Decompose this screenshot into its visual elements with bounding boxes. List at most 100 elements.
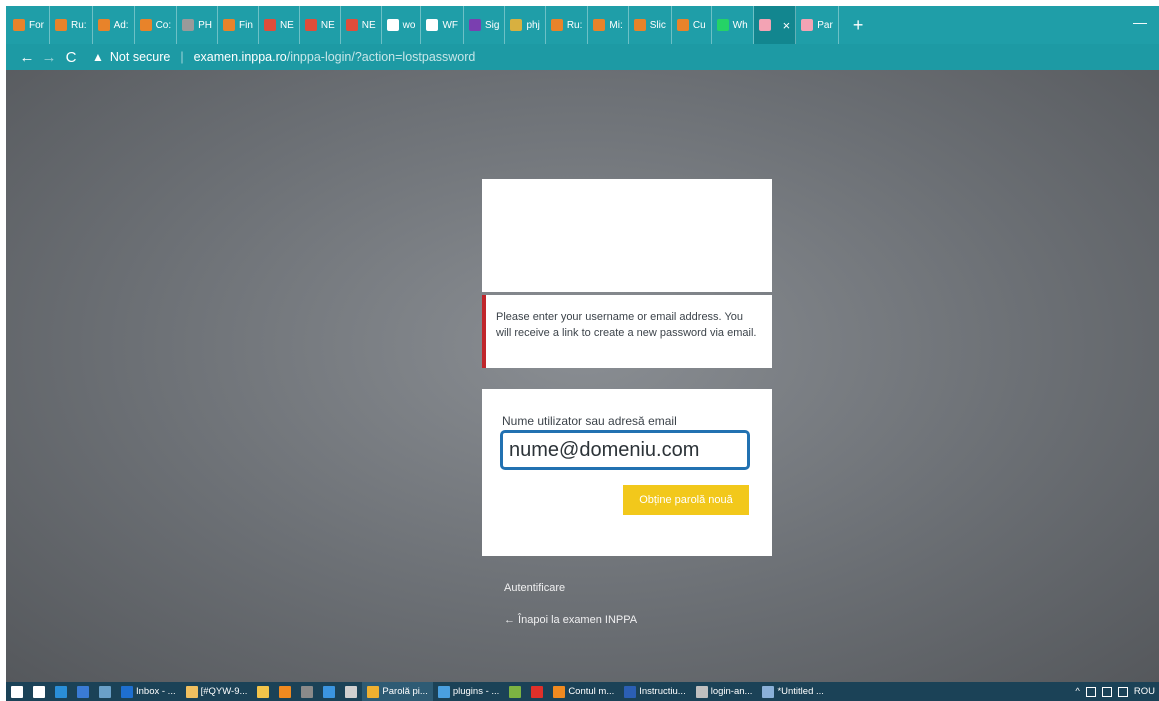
browser-tab[interactable]: Sig <box>464 6 506 44</box>
taskbar-item[interactable] <box>504 682 526 701</box>
browser-window: For Ru: Ad: Co: PH Fin NE NE NE wo WF Sig phj Ru: Mi: S… <box>6 6 1159 701</box>
app-icon <box>509 685 522 698</box>
volume-icon[interactable] <box>1117 686 1128 697</box>
taskbar-item[interactable]: [#QYW-9... <box>181 682 253 701</box>
site-icon <box>139 19 152 31</box>
tab-label: PH <box>198 19 213 31</box>
app-icon <box>345 685 358 698</box>
forward-button[interactable]: → <box>38 49 60 66</box>
windows-taskbar: Inbox - ... [#QYW-9... Parolă pi... plugins… <box>6 682 1159 701</box>
info-message: Please enter your username or email addr… <box>482 295 772 368</box>
browser-tab[interactable]: × <box>753 6 797 44</box>
k-icon <box>304 19 317 31</box>
taskbar-item[interactable] <box>274 682 296 701</box>
browser-tab[interactable]: NE <box>259 6 300 44</box>
url-field[interactable]: ▲ Not secure | examen.inppa.ro/inppa-log… <box>92 50 475 64</box>
site-icon <box>550 19 563 31</box>
close-tab-icon[interactable]: × <box>783 18 791 33</box>
tab-label: WF <box>442 19 459 31</box>
taskbar-item[interactable] <box>28 682 50 701</box>
task-view-icon <box>33 685 45 698</box>
tab-label: Slic <box>649 19 666 31</box>
browser-tab[interactable]: phj <box>505 6 546 44</box>
browser-tab[interactable]: WF <box>421 6 465 44</box>
tab-label: Ru: <box>566 19 583 31</box>
network-icon[interactable] <box>1085 686 1096 697</box>
taskbar-item[interactable] <box>296 682 318 701</box>
taskbar-item[interactable]: Contul m... <box>548 682 619 701</box>
php-icon <box>182 19 195 31</box>
site-icon <box>55 19 67 31</box>
taskbar-item[interactable] <box>252 682 274 701</box>
browser-tab[interactable]: Ru: <box>546 6 589 44</box>
warning-icon: ▲ <box>92 50 104 64</box>
browser-tab[interactable]: Par <box>796 6 839 44</box>
notepad-icon <box>762 685 775 698</box>
taskbar-item[interactable] <box>526 682 548 701</box>
taskbar-item-label: plugins - ... <box>452 686 500 697</box>
get-new-password-button[interactable]: Obține parolă nouă <box>623 485 749 515</box>
site-icon <box>676 19 689 31</box>
folder-icon <box>257 685 270 698</box>
taskbar-item[interactable] <box>50 682 72 701</box>
tab-label: Mi: <box>609 19 623 31</box>
display-icon[interactable] <box>1101 686 1112 697</box>
site-icon <box>633 19 646 31</box>
security-label: Not secure <box>109 50 171 64</box>
browser-tab[interactable]: For <box>8 6 50 44</box>
app-icon <box>279 685 292 698</box>
browser-tab[interactable]: wo <box>382 6 422 44</box>
app-icon <box>437 685 450 698</box>
language-indicator[interactable]: ROU <box>1134 686 1155 697</box>
taskbar-item[interactable]: Instructiu... <box>619 682 690 701</box>
browser-tab[interactable]: Ru: <box>50 6 93 44</box>
site-icon <box>801 19 814 31</box>
taskbar-item-label: Instructiu... <box>639 686 686 697</box>
tab-label: NE <box>361 19 376 31</box>
reload-button[interactable]: C <box>60 49 82 66</box>
k-icon <box>345 19 358 31</box>
browser-tab[interactable]: Co: <box>135 6 178 44</box>
browser-tab[interactable]: NE <box>300 6 341 44</box>
app-icon <box>99 685 111 698</box>
browser-tab[interactable]: Mi: <box>588 6 629 44</box>
new-tab-button[interactable]: + <box>839 15 878 36</box>
login-page: Please enter your username or email addr… <box>6 70 1159 682</box>
tab-label: NE <box>279 19 294 31</box>
browser-tab[interactable]: PH <box>177 6 219 44</box>
address-bar: ← → C ▲ Not secure | examen.inppa.ro/inp… <box>6 44 1159 70</box>
taskbar-item[interactable]: plugins - ... <box>433 682 504 701</box>
browser-tab[interactable]: Fin <box>218 6 259 44</box>
taskbar-item[interactable]: Parolă pi... <box>362 682 433 701</box>
tab-label: wo <box>402 19 416 31</box>
k-icon <box>263 19 276 31</box>
browser-tab[interactable]: Wh <box>712 6 754 44</box>
username-input[interactable] <box>501 431 749 469</box>
taskbar-item[interactable] <box>318 682 340 701</box>
url-separator: | <box>180 50 184 64</box>
taskbar-item[interactable]: *Untitled ... <box>757 682 828 701</box>
taskbar-item-label: login-an... <box>710 686 753 697</box>
browser-tab[interactable]: Ad: <box>93 6 135 44</box>
taskbar-item[interactable]: Inbox - ... <box>116 682 181 701</box>
browser-tab[interactable]: Cu <box>672 6 712 44</box>
browser-tab[interactable]: Slic <box>629 6 672 44</box>
login-link[interactable]: Autentificare <box>504 582 565 594</box>
back-to-site-link[interactable]: ← Înapoi la examen INPPA <box>504 614 637 626</box>
back-button[interactable]: ← <box>16 49 38 66</box>
taskbar-item[interactable] <box>94 682 116 701</box>
tray-chevron-icon[interactable]: ^ <box>1075 686 1079 697</box>
tab-label: Cu <box>692 19 706 31</box>
app-icon <box>77 685 89 698</box>
taskbar-item[interactable] <box>340 682 362 701</box>
browser-tab[interactable]: NE <box>341 6 382 44</box>
url-path: /inppa-login/?action=lostpassword <box>286 50 476 64</box>
lost-password-form: Nume utilizator sau adresă email Obține … <box>482 389 772 556</box>
minimize-button[interactable]: — <box>1133 14 1147 30</box>
tab-label: Wh <box>732 19 748 31</box>
taskbar-item[interactable] <box>72 682 94 701</box>
site-icon <box>13 19 25 31</box>
taskbar-item-label: Inbox - ... <box>136 686 176 697</box>
taskbar-item[interactable]: login-an... <box>691 682 758 701</box>
taskbar-item[interactable] <box>6 682 28 701</box>
